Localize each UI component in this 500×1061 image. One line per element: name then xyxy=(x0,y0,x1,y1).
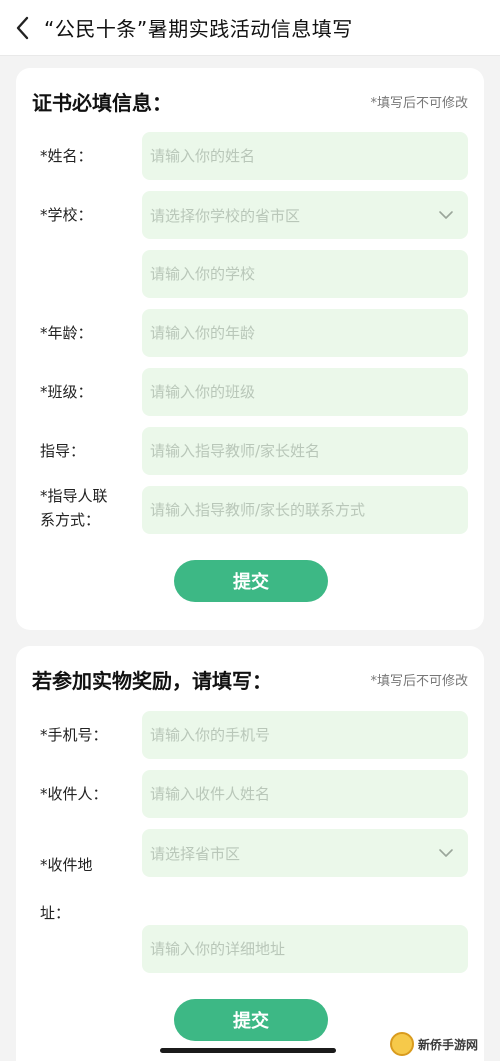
address-detail-field[interactable] xyxy=(142,925,468,973)
page-title: “公民十条”暑期实践活动信息填写 xyxy=(44,17,353,41)
certificate-section-note: *填写后不可修改 xyxy=(370,95,468,111)
address-region-select[interactable]: 请选择省市区 xyxy=(142,829,468,877)
phone-label: *手机号： xyxy=(40,726,108,744)
name-input[interactable] xyxy=(150,147,430,165)
address-label: *收件地 址： xyxy=(40,841,93,937)
school-region-placeholder: 请选择你学校的省市区 xyxy=(150,206,301,225)
guide-contact-label: *指导人联 系方式： xyxy=(40,484,108,532)
school-label: *学校： xyxy=(40,206,93,224)
guide-contact-label-line1: *指导人联 xyxy=(40,487,108,505)
guide-label: 指导： xyxy=(40,442,86,460)
watermark: 新侨手游网 xyxy=(390,1030,496,1058)
address-detail-input[interactable] xyxy=(150,940,430,958)
guide-contact-label-line2: 系方式： xyxy=(40,511,101,529)
age-field[interactable] xyxy=(142,309,468,357)
certificate-card-header: 证书必填信息： *填写后不可修改 xyxy=(32,86,468,116)
reward-submit-button[interactable]: 提交 xyxy=(174,999,328,1041)
reward-info-card: 若参加实物奖励，请填写： *填写后不可修改 *手机号： *收件人： *收件地 址… xyxy=(16,646,484,1061)
class-label: *班级： xyxy=(40,383,93,401)
watermark-logo-icon xyxy=(390,1032,414,1056)
back-button[interactable] xyxy=(0,0,44,56)
name-label: *姓名： xyxy=(40,147,93,165)
address-label-line2: 址： xyxy=(40,904,71,922)
guide-field[interactable] xyxy=(142,427,468,475)
top-nav-bar: “公民十条”暑期实践活动信息填写 xyxy=(0,0,500,56)
school-name-input[interactable] xyxy=(150,265,430,283)
age-label: *年龄： xyxy=(40,324,93,342)
chevron-down-icon xyxy=(439,849,453,857)
recipient-label: *收件人： xyxy=(40,785,108,803)
name-field[interactable] xyxy=(142,132,468,180)
school-name-field[interactable] xyxy=(142,250,468,298)
phone-input[interactable] xyxy=(150,726,430,744)
address-region-placeholder: 请选择省市区 xyxy=(150,844,241,863)
recipient-input[interactable] xyxy=(150,785,430,803)
class-field[interactable] xyxy=(142,368,468,416)
certificate-info-card: 证书必填信息： *填写后不可修改 *姓名： *学校： 请选择你学校的省市区 *年… xyxy=(16,68,484,630)
school-region-select[interactable]: 请选择你学校的省市区 xyxy=(142,191,468,239)
chevron-left-icon xyxy=(16,16,29,39)
address-label-line1: *收件地 xyxy=(40,856,93,874)
reward-section-title: 若参加实物奖励，请填写： xyxy=(32,668,272,693)
watermark-text: 新侨手游网 xyxy=(418,1037,479,1052)
phone-field[interactable] xyxy=(142,711,468,759)
guide-contact-input[interactable] xyxy=(150,501,430,519)
chevron-down-icon xyxy=(439,211,453,219)
reward-section-note: *填写后不可修改 xyxy=(370,673,468,689)
recipient-field[interactable] xyxy=(142,770,468,818)
age-input[interactable] xyxy=(150,324,430,342)
guide-input[interactable] xyxy=(150,442,430,460)
certificate-section-title: 证书必填信息： xyxy=(32,90,172,115)
class-input[interactable] xyxy=(150,383,430,401)
reward-card-header: 若参加实物奖励，请填写： *填写后不可修改 xyxy=(32,664,468,694)
guide-contact-field[interactable] xyxy=(142,486,468,534)
certificate-submit-button[interactable]: 提交 xyxy=(174,560,328,602)
home-indicator xyxy=(160,1048,336,1053)
